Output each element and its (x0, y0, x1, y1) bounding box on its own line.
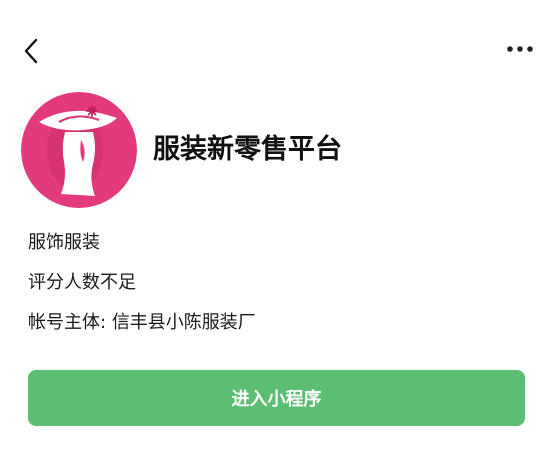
account-owner-label: 帐号主体: (28, 312, 107, 333)
app-title: 服装新零售平台 (153, 134, 342, 165)
back-button[interactable] (14, 34, 48, 68)
enter-mini-program-button[interactable]: 进入小程序 (28, 370, 525, 426)
woman-with-hat-logo (21, 92, 137, 208)
rating-text: 评分人数不足 (28, 272, 136, 293)
account-owner-text: 帐号主体: 信丰县小陈服装厂 (28, 310, 256, 336)
app-avatar (21, 92, 137, 208)
more-options-button[interactable] (500, 34, 540, 64)
category-text: 服饰服装 (28, 232, 100, 253)
account-owner-value: 信丰县小陈服装厂 (111, 312, 256, 333)
more-horizontal-icon (507, 46, 533, 52)
chevron-left-icon (24, 38, 38, 64)
